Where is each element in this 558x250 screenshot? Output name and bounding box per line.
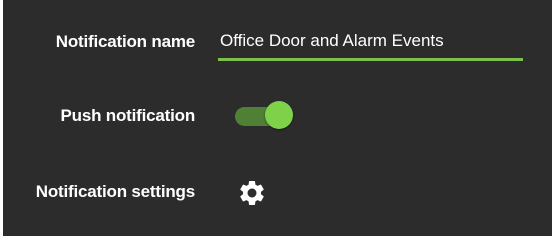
notification-name-input[interactable] — [218, 24, 523, 57]
notification-name-field[interactable] — [218, 24, 523, 61]
push-notification-toggle[interactable] — [235, 100, 293, 132]
notification-name-row: Notification name — [3, 22, 552, 62]
notification-settings-label: Notification settings — [35, 182, 195, 201]
notification-settings-button[interactable] — [235, 176, 269, 210]
notification-form-panel: Notification name Push notification Noti… — [3, 0, 552, 236]
push-notification-label: Push notification — [60, 106, 196, 125]
toggle-thumb — [265, 101, 293, 129]
gear-icon — [240, 180, 264, 205]
notification-name-underline — [218, 58, 523, 61]
notification-name-label: Notification name — [55, 32, 195, 51]
notification-settings-row: Notification settings — [3, 172, 552, 212]
push-notification-row: Push notification — [3, 96, 552, 136]
